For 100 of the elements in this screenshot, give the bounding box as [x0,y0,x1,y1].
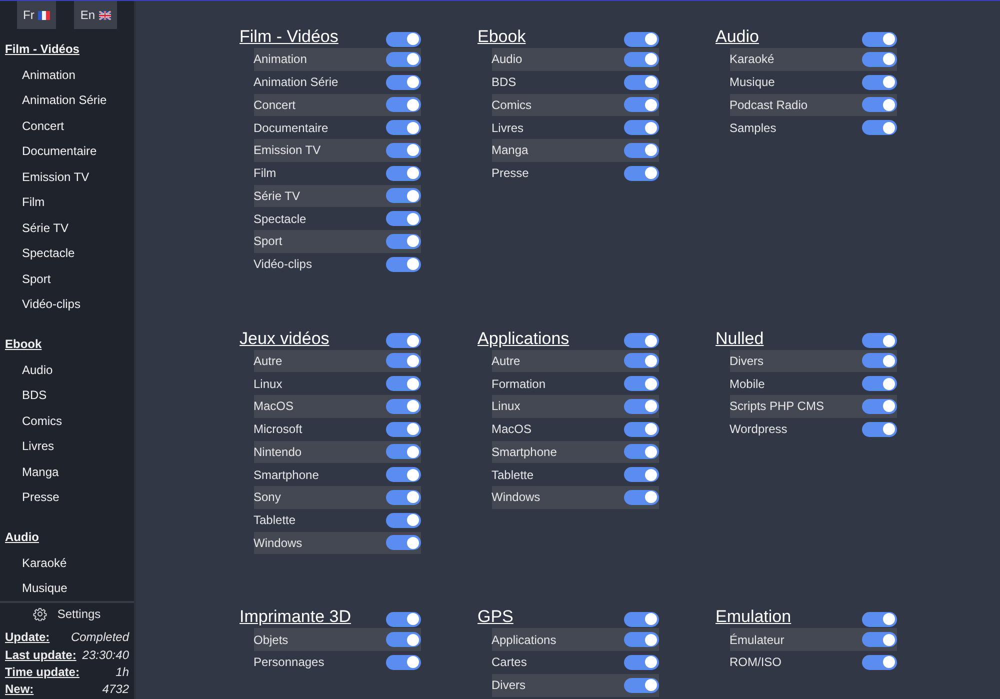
toggle-switch[interactable] [386,444,420,460]
toggle-switch[interactable] [386,632,420,648]
toggle-switch[interactable] [386,654,420,670]
toggle-switch[interactable] [386,353,420,368]
toggle-switch[interactable] [386,234,420,249]
toggle-switch[interactable] [862,422,896,437]
nav-link[interactable]: Animation Série [22,90,107,110]
category-label: ROM/ISO [730,655,782,670]
category-heading-link[interactable]: Ebook [478,26,526,48]
toggle-switch[interactable] [386,422,420,437]
toggle-switch[interactable] [386,97,420,112]
category-heading-link[interactable]: Emulation [716,606,792,628]
toggle-switch[interactable] [386,376,420,392]
toggle-switch[interactable] [386,490,420,505]
toggle-switch[interactable] [862,97,896,112]
toggle-switch[interactable] [862,654,896,670]
toggle-switch[interactable] [862,376,896,392]
toggle-switch[interactable] [624,142,658,158]
nav-link[interactable]: Vidéo-clips [22,294,80,314]
category-heading-link[interactable]: Audio [716,26,759,48]
category-heading-link[interactable]: GPS [478,606,514,628]
toggle-switch[interactable] [386,211,420,226]
nav-link[interactable]: Concert [22,116,64,136]
nav-link[interactable]: Animation [22,64,76,84]
nav-link[interactable]: Livres [22,436,54,456]
toggle-switch[interactable] [386,512,420,528]
toggle-switch[interactable] [386,333,420,348]
category-heading-link[interactable]: Applications [478,328,570,350]
nav-link[interactable]: Presse [22,487,60,507]
nav-section-link[interactable]: Film - Vidéos [5,39,80,59]
toggle-switch[interactable] [624,376,658,392]
category-heading-link[interactable]: Nulled [716,328,764,350]
category-heading-link[interactable]: Jeux vidéos [240,328,330,350]
category-label: Film [254,166,276,180]
nav-link[interactable]: Emission TV [22,166,90,186]
toggle-switch[interactable] [624,632,658,648]
toggle-switch[interactable] [386,166,420,181]
nav-link[interactable]: Comics [22,410,62,430]
nav-link[interactable]: Manga [22,462,59,482]
toggle-switch[interactable] [624,52,658,67]
status-value: 1h [116,665,129,680]
nav-section-link[interactable]: Ebook [5,334,42,354]
toggle-switch[interactable] [862,32,896,46]
toggle-switch[interactable] [624,120,658,136]
category-label: BDS [492,75,516,90]
toggle-switch[interactable] [624,74,658,90]
toggle-switch[interactable] [624,444,658,460]
nav-link[interactable]: Documentaire [22,141,97,161]
nav-section-link[interactable]: Audio [5,527,39,547]
category-label: Samples [730,120,776,135]
toggle-switch[interactable] [386,188,420,204]
nav-link[interactable]: Film [22,192,45,212]
toggle-switch[interactable] [624,612,658,627]
toggle-switch[interactable] [624,353,658,368]
nav-link[interactable]: Sport [22,268,51,288]
category-heading-link[interactable]: Imprimante 3D [240,606,351,628]
nav-link[interactable]: BDS [22,385,47,405]
toggle-switch[interactable] [862,120,896,136]
toggle-switch[interactable] [386,120,420,136]
toggle-switch[interactable] [386,74,420,90]
category-label: Formation [492,376,546,391]
nav-link[interactable]: Série TV [22,218,68,238]
toggle-switch[interactable] [862,52,896,67]
toggle-switch[interactable] [386,612,420,627]
toggle-switch[interactable] [624,467,658,482]
toggle-switch[interactable] [386,535,420,550]
toggle-switch[interactable] [862,74,896,90]
toggle-switch[interactable] [386,52,420,67]
category-label: Karaoké [730,52,774,66]
toggle-switch[interactable] [624,654,658,670]
toggle-switch[interactable] [862,353,896,368]
toggle-switch[interactable] [862,632,896,648]
toggle-switch[interactable] [386,467,420,482]
toggle-switch[interactable] [386,256,420,272]
toggle-switch[interactable] [862,398,896,414]
settings-link[interactable]: Settings [31,602,103,625]
nav-link[interactable]: Musique [22,578,68,598]
toggle-switch[interactable] [624,32,658,46]
nav-link[interactable]: Audio [22,360,53,380]
toggle-switch[interactable] [386,32,420,46]
category-label: Wordpress [730,422,788,436]
status-value: Completed [70,630,129,644]
category-heading-link[interactable]: Film - Vidéos [240,26,338,48]
toggle-switch[interactable] [386,398,420,414]
toggle-switch[interactable] [624,166,658,181]
toggle-switch[interactable] [624,678,658,693]
toggle-switch[interactable] [624,333,658,348]
category-label: Animation Série [254,75,338,90]
toggle-switch[interactable] [624,490,658,505]
toggle-switch[interactable] [386,142,420,158]
toggle-switch[interactable] [624,97,658,112]
toggle-switch[interactable] [862,612,896,627]
language-button[interactable]: Fr [17,1,56,29]
toggle-switch[interactable] [624,398,658,414]
toggle-switch[interactable] [624,422,658,437]
category-label: Cartes [492,655,527,670]
toggle-switch[interactable] [862,333,896,348]
nav-link[interactable]: Spectacle [22,243,75,263]
nav-link[interactable]: Karaoké [22,552,67,572]
language-button[interactable]: En [74,1,118,29]
